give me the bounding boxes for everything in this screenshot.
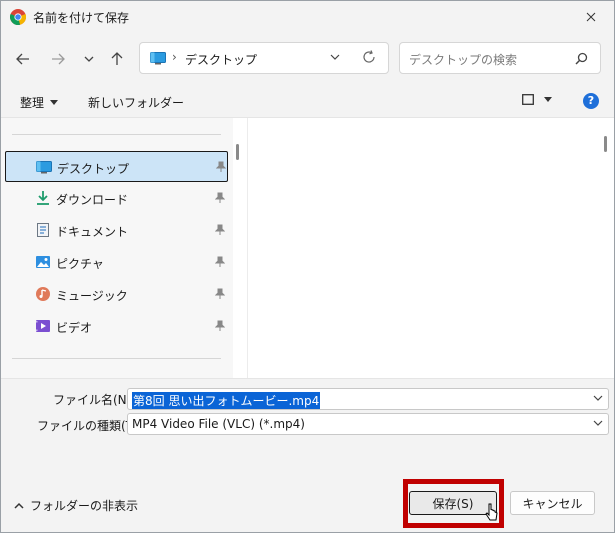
sidebar-item-label: ダウンロード xyxy=(56,193,129,207)
desktop-icon xyxy=(36,161,52,174)
document-icon xyxy=(37,223,49,237)
file-list-pane[interactable] xyxy=(247,118,598,378)
address-bar[interactable]: › デスクトップ xyxy=(139,42,389,74)
cancel-button[interactable]: キャンセル xyxy=(510,491,595,515)
sidebar-item-label: ミュージック xyxy=(56,289,128,303)
pin-icon[interactable] xyxy=(215,224,225,236)
navigation-pane: デスクトップ ダウンロード ドキュメント ピクチャ ミュージック ビデオ xyxy=(1,118,233,378)
download-icon xyxy=(37,191,49,205)
sidebar-item-desktop[interactable]: デスクトップ xyxy=(5,151,228,182)
save-as-dialog: 名前を付けて保存 › デスクトップ デスクトップの検索 整理 新しいフォルダー … xyxy=(0,0,615,533)
breadcrumb-separator: › xyxy=(172,50,177,64)
caret-down-icon xyxy=(544,97,552,102)
filetype-value: MP4 Video File (VLC) (*.mp4) xyxy=(132,417,305,431)
chevron-down-icon[interactable] xyxy=(593,420,603,427)
title-bar: 名前を付けて保存 xyxy=(1,1,614,33)
refresh-icon[interactable] xyxy=(362,50,376,64)
file-list-scrollbar[interactable] xyxy=(604,136,607,152)
search-icon[interactable] xyxy=(575,52,588,65)
video-icon xyxy=(36,320,50,332)
command-bar: 整理 新しいフォルダー ? xyxy=(1,85,614,117)
desktop-icon xyxy=(150,52,166,65)
sidebar-item-label: ピクチャ xyxy=(56,257,104,271)
sidebar-item-label: ビデオ xyxy=(56,321,93,335)
view-icon xyxy=(522,94,534,105)
save-button[interactable]: 保存(S) xyxy=(409,491,497,515)
browser-panes: デスクトップ ダウンロード ドキュメント ピクチャ ミュージック ビデオ xyxy=(1,117,614,379)
caret-down-icon xyxy=(50,100,59,105)
sidebar-item-documents[interactable]: ドキュメント xyxy=(5,215,228,246)
filename-field[interactable]: 第8回 思い出フォトムービー.mp4 xyxy=(127,388,609,410)
up-button[interactable] xyxy=(106,49,128,69)
chevron-down-icon[interactable] xyxy=(330,52,340,62)
search-input[interactable]: デスクトップの検索 xyxy=(409,51,517,68)
filetype-select[interactable]: MP4 Video File (VLC) (*.mp4) xyxy=(127,413,609,435)
pin-icon[interactable] xyxy=(215,288,225,300)
chevron-down-icon xyxy=(84,56,94,62)
organize-label: 整理 xyxy=(20,96,45,110)
sidebar-item-pictures[interactable]: ピクチャ xyxy=(5,247,228,278)
filename-input[interactable]: 第8回 思い出フォトムービー.mp4 xyxy=(132,392,321,409)
sidebar-item-downloads[interactable]: ダウンロード xyxy=(5,183,228,214)
organize-button[interactable]: 整理 xyxy=(20,94,59,111)
close-button[interactable] xyxy=(568,1,614,33)
arrow-left-icon xyxy=(16,53,29,65)
back-button[interactable] xyxy=(12,49,34,69)
music-icon xyxy=(36,287,50,301)
pin-icon[interactable] xyxy=(215,192,225,204)
sidebar-item-label: ドキュメント xyxy=(56,225,129,239)
new-folder-button[interactable]: 新しいフォルダー xyxy=(88,94,184,111)
recent-locations-button[interactable] xyxy=(78,49,100,69)
filename-label: ファイル名(N): xyxy=(53,393,136,407)
breadcrumb[interactable]: デスクトップ xyxy=(185,51,257,68)
sidebar-item-videos[interactable]: ビデオ xyxy=(5,311,228,342)
chevron-down-icon[interactable] xyxy=(593,395,603,402)
hide-folders-button[interactable]: フォルダーの非表示 xyxy=(14,497,138,514)
arrow-up-icon xyxy=(111,52,123,65)
hide-folders-label: フォルダーの非表示 xyxy=(30,499,139,513)
pin-icon[interactable] xyxy=(215,320,225,332)
pin-icon[interactable] xyxy=(215,256,225,268)
close-icon xyxy=(586,12,596,22)
sidebar-item-music[interactable]: ミュージック xyxy=(5,279,228,310)
view-options-button[interactable] xyxy=(522,94,552,105)
help-icon[interactable]: ? xyxy=(583,93,599,109)
divider xyxy=(12,358,221,359)
chevron-up-icon xyxy=(14,502,24,509)
mouse-cursor-icon xyxy=(485,503,498,521)
forward-button[interactable] xyxy=(47,49,69,69)
sidebar-item-label: デスクトップ xyxy=(57,162,130,176)
pin-icon[interactable] xyxy=(216,161,226,173)
arrow-right-icon xyxy=(52,53,65,65)
search-box[interactable]: デスクトップの検索 xyxy=(399,42,601,74)
chrome-icon xyxy=(10,9,26,25)
pictures-icon xyxy=(36,256,50,268)
divider xyxy=(12,134,221,135)
window-title: 名前を付けて保存 xyxy=(33,11,130,25)
navigation-pane-scrollbar[interactable] xyxy=(236,144,239,160)
